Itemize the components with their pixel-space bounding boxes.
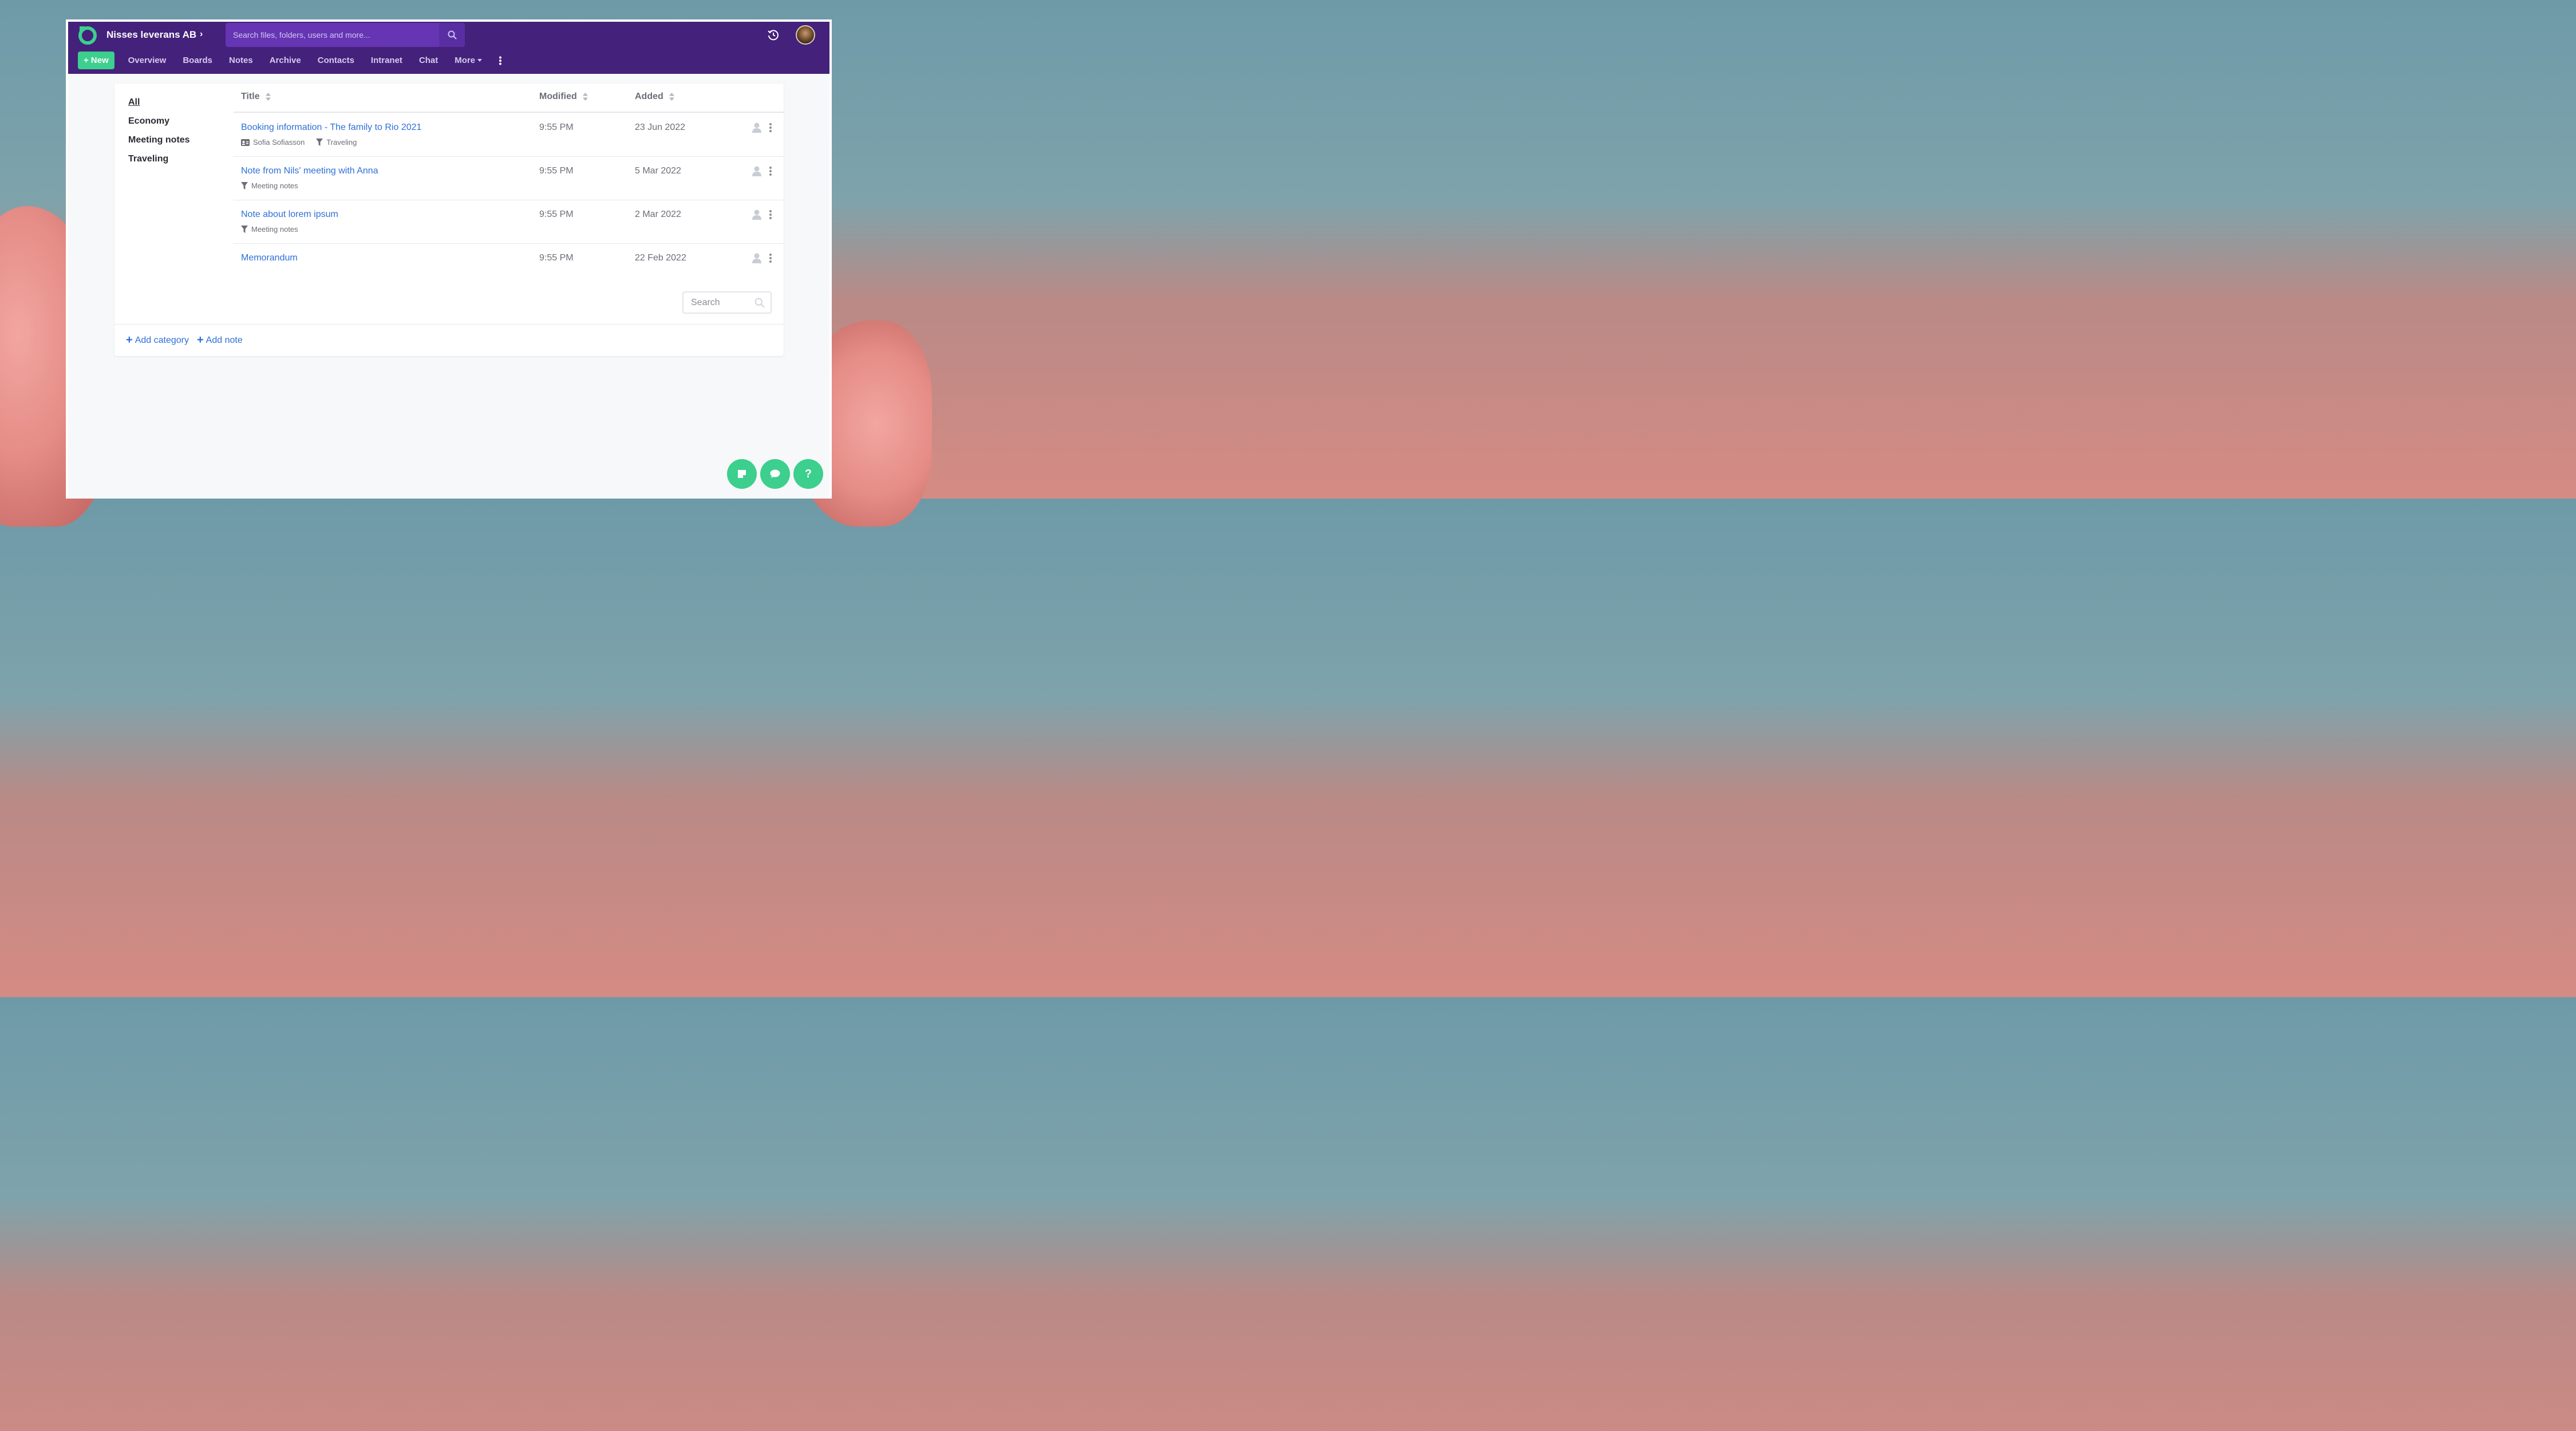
nav-more-dropdown[interactable]: More [455,56,483,65]
table-row[interactable]: Booking information - The family to Rio … [234,113,784,157]
row-modified: 9:55 PM [539,166,574,176]
global-search-input[interactable] [226,23,439,47]
kebab-icon[interactable] [768,209,773,220]
note-icon [738,470,746,478]
person-icon[interactable] [752,253,761,263]
nav-item-boards[interactable]: Boards [183,56,212,65]
person-icon[interactable] [752,122,761,133]
search-icon[interactable] [754,298,765,308]
kebab-icon[interactable] [768,253,773,263]
row-added: 23 Jun 2022 [635,122,686,132]
row-category[interactable]: Traveling [326,138,357,147]
note-title-link[interactable]: Note from Nils' meeting with Anna [241,166,378,176]
nav-item-intranet[interactable]: Intranet [371,56,402,65]
new-button[interactable]: + New [78,52,114,69]
row-meta: Sofia Sofiasson Traveling [241,138,357,147]
add-category-button[interactable]: + Add category [126,334,189,347]
floating-actions: ? [727,459,823,489]
row-meta: Meeting notes [241,181,298,190]
nav-item-contacts[interactable]: Contacts [318,56,354,65]
row-contact[interactable]: Sofia Sofiasson [253,138,305,147]
category-economy[interactable]: Economy [128,116,190,127]
sort-icon [265,93,271,101]
plus-icon: + [196,334,204,346]
panel-footer: + Add category + Add note [114,324,784,356]
notes-panel: All Economy Meeting notes Traveling Titl… [114,84,784,356]
kebab-icon[interactable] [768,166,773,176]
table-search-input[interactable] [683,297,754,308]
note-title-link[interactable]: Booking information - The family to Rio … [241,122,421,133]
header-added[interactable]: Added [635,92,674,102]
nav-item-overview[interactable]: Overview [128,56,167,65]
help-icon: ? [804,467,812,480]
quick-note-button[interactable] [727,459,757,489]
global-search [226,23,465,47]
top-bar: Nisses leverans AB › + New Overview Boa [68,22,829,74]
row-modified: 9:55 PM [539,209,574,219]
new-button-label: New [90,56,109,65]
nav-item-notes[interactable]: Notes [229,56,253,65]
add-note-label: Add note [206,335,243,345]
contact-card-icon [241,139,250,146]
row-added: 2 Mar 2022 [635,209,681,219]
category-meeting-notes[interactable]: Meeting notes [128,135,190,146]
table-row[interactable]: Memorandum 9:55 PM 22 Feb 2022 [234,244,784,287]
add-category-label: Add category [135,335,189,345]
search-button[interactable] [439,23,465,47]
chat-icon [770,469,780,478]
nav-more-label: More [455,56,476,65]
header-added-label: Added [635,92,663,101]
row-meta: Meeting notes [241,225,298,234]
table-row[interactable]: Note about lorem ipsum Meeting notes 9:5… [234,200,784,244]
row-category[interactable]: Meeting notes [251,225,298,234]
row-added: 22 Feb 2022 [635,253,686,263]
table-row[interactable]: Note from Nils' meeting with Anna Meetin… [234,157,784,200]
search-icon [448,30,457,39]
plus-icon: + [126,334,133,346]
row-added: 5 Mar 2022 [635,166,681,176]
chat-button[interactable] [760,459,790,489]
chevron-right-icon[interactable]: › [200,29,203,39]
table-header: Title Modified Added [234,84,784,113]
nav-item-chat[interactable]: Chat [419,56,438,65]
filter-icon [241,226,248,233]
person-icon[interactable] [752,209,761,220]
category-all[interactable]: All [128,97,190,108]
kebab-icon[interactable] [499,56,502,65]
sort-icon [582,93,588,101]
caret-down-icon [477,59,483,62]
category-list: All Economy Meeting notes Traveling [128,97,190,173]
row-modified: 9:55 PM [539,253,574,263]
kebab-icon[interactable] [768,122,773,133]
history-icon[interactable] [767,29,780,41]
nav-item-archive[interactable]: Archive [270,56,301,65]
main-nav: + New Overview Boards Notes Archive Cont… [78,52,502,69]
table-search [682,291,772,314]
logo-icon[interactable] [78,26,97,45]
app-window: Nisses leverans AB › + New Overview Boa [66,19,832,499]
note-title-link[interactable]: Memorandum [241,253,298,263]
filter-icon [241,182,248,189]
row-category[interactable]: Meeting notes [251,181,298,190]
row-modified: 9:55 PM [539,122,574,132]
header-title[interactable]: Title [241,92,271,102]
plus-icon: + [84,56,89,65]
company-name[interactable]: Nisses leverans AB [106,29,196,41]
sort-icon [669,93,674,101]
add-note-button[interactable]: + Add note [197,334,243,347]
person-icon[interactable] [752,166,761,176]
filter-icon [316,139,323,146]
note-title-link[interactable]: Note about lorem ipsum [241,209,338,220]
help-button[interactable]: ? [793,459,823,489]
header-modified-label: Modified [539,92,577,101]
header-title-label: Title [241,92,260,101]
header-modified[interactable]: Modified [539,92,588,102]
category-traveling[interactable]: Traveling [128,154,190,165]
avatar[interactable] [796,25,815,45]
